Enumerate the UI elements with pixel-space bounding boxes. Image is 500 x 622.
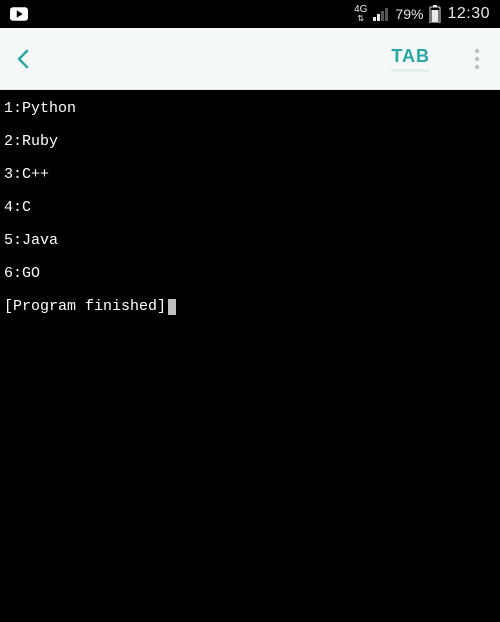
battery-icon xyxy=(429,5,441,23)
youtube-icon xyxy=(10,7,28,21)
back-button[interactable] xyxy=(12,47,36,71)
output-line: 6:GO xyxy=(4,263,496,284)
app-bar: TAB xyxy=(0,28,500,90)
terminal-output[interactable]: 1:Python 2:Ruby 3:C++ 4:C 5:Java 6:GO [P… xyxy=(0,90,500,622)
program-finished-text: [Program finished] xyxy=(4,296,166,317)
more-menu-button[interactable] xyxy=(466,40,488,78)
cursor-icon xyxy=(168,299,176,315)
network-4g-icon: 4G ⇅ xyxy=(354,5,367,23)
status-right: 4G ⇅ 79% 12:30 xyxy=(354,5,490,23)
signal-icon xyxy=(373,7,389,21)
output-line: 3:C++ xyxy=(4,164,496,185)
output-line: 1:Python xyxy=(4,98,496,119)
program-finished-line: [Program finished] xyxy=(4,296,496,317)
output-line: 4:C xyxy=(4,197,496,218)
status-bar: 4G ⇅ 79% 12:30 xyxy=(0,0,500,28)
battery-percent: 79% xyxy=(395,6,423,22)
output-line: 5:Java xyxy=(4,230,496,251)
status-left xyxy=(10,7,28,21)
tab-button[interactable]: TAB xyxy=(391,46,430,72)
clock: 12:30 xyxy=(447,5,490,23)
output-line: 2:Ruby xyxy=(4,131,496,152)
